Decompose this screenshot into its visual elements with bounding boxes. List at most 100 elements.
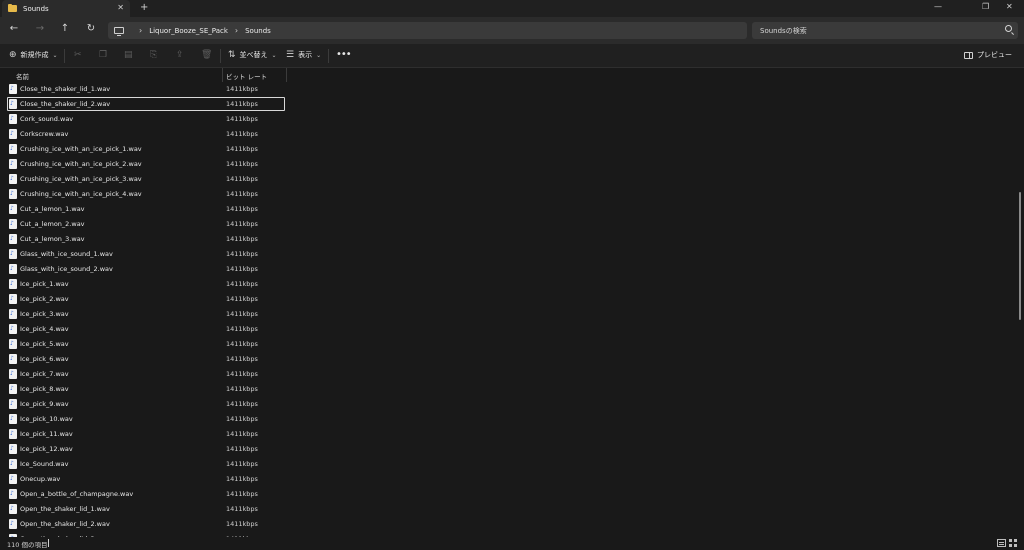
file-name: Ice_Sound.wav (20, 460, 69, 468)
preview-button[interactable]: プレビュー (964, 50, 1012, 60)
details-view-icon[interactable] (997, 539, 1006, 547)
column-header-bitrate[interactable]: ビット レート (226, 71, 267, 81)
file-bitrate: 1411kbps (226, 325, 258, 333)
computer-icon[interactable] (114, 27, 124, 36)
file-row[interactable]: Crushing_ice_with_an_ice_pick_2.wav 1411k… (0, 157, 1016, 172)
audio-file-icon (9, 384, 17, 394)
audio-file-icon (9, 324, 17, 334)
file-row[interactable]: Open_the_shaker_lid_1.wav 1411kbps (0, 502, 1016, 517)
back-button[interactable]: ← (7, 23, 21, 34)
file-bitrate: 1411kbps (226, 475, 258, 483)
file-name: Close_the_shaker_lid_2.wav (20, 100, 111, 108)
audio-file-icon (9, 414, 17, 424)
file-row[interactable]: Ice_Sound.wav 1411kbps (0, 457, 1016, 472)
share-icon[interactable]: ⇪ (176, 50, 184, 60)
tab-sounds[interactable]: Sounds ✕ (2, 0, 130, 17)
audio-file-icon (9, 504, 17, 514)
delete-icon[interactable]: 🗑 (201, 50, 212, 60)
search-icon[interactable] (1005, 25, 1012, 32)
sort-icon: ⇅ (228, 50, 236, 60)
minimize-button[interactable]: — (934, 2, 942, 11)
column-header-name[interactable]: 名前 (16, 71, 29, 81)
file-row[interactable]: Close_the_shaker_lid_2.wav 1411kbps (0, 97, 1016, 112)
file-row[interactable]: Cut_a_lemon_3.wav 1411kbps (0, 232, 1016, 247)
file-name: Ice_pick_9.wav (20, 400, 69, 408)
file-name: Open_the_shaker_lid_1.wav (20, 505, 110, 513)
vertical-scrollbar[interactable] (1017, 68, 1022, 537)
address-bar[interactable]: › Liquor_Booze_SE_Pack › Sounds (108, 22, 747, 39)
audio-file-icon (9, 354, 17, 364)
audio-file-icon (9, 519, 17, 529)
audio-file-icon (9, 264, 17, 274)
file-bitrate: 1411kbps (226, 445, 258, 453)
file-row[interactable]: Crushing_ice_with_an_ice_pick_3.wav 1411k… (0, 172, 1016, 187)
file-bitrate: 1411kbps (226, 280, 258, 288)
tab-close-icon[interactable]: ✕ (117, 3, 124, 12)
file-row[interactable]: Open_a_bottle_of_champagne.wav 1411kbps (0, 487, 1016, 502)
view-button[interactable]: ☰ 表示 ⌄ (286, 50, 321, 60)
new-button[interactable]: ⊕ 新規作成 ⌄ (9, 50, 58, 60)
file-row[interactable]: Ice_pick_3.wav 1411kbps (0, 307, 1016, 322)
file-name: Close_the_shaker_lid_1.wav (20, 85, 111, 93)
column-divider[interactable] (222, 68, 223, 82)
divider (64, 49, 65, 63)
file-name: Open_the_shaker_lid_2.wav (20, 520, 110, 528)
file-row[interactable]: Onecup.wav 1411kbps (0, 472, 1016, 487)
column-header: ⌃ 名前 ビット レート (0, 68, 1016, 82)
more-options-button[interactable]: ••• (336, 49, 352, 60)
chevron-right-icon[interactable]: › (235, 26, 238, 35)
file-row[interactable]: Cut_a_lemon_1.wav 1411kbps (0, 202, 1016, 217)
scroll-thumb[interactable] (1019, 192, 1021, 320)
file-row[interactable]: Corkscrew.wav 1411kbps (0, 127, 1016, 142)
rename-icon[interactable]: ⎘ (150, 50, 157, 60)
file-row[interactable]: Cork_sound.wav 1411kbps (0, 112, 1016, 127)
copy-icon[interactable]: ❐ (99, 50, 107, 60)
file-row[interactable]: Glass_with_ice_sound_1.wav 1411kbps (0, 247, 1016, 262)
file-row[interactable]: Crushing_ice_with_an_ice_pick_4.wav 1411k… (0, 187, 1016, 202)
folder-icon (8, 3, 17, 12)
tiles-view-icon[interactable] (1009, 539, 1018, 547)
cut-icon[interactable]: ✂ (74, 50, 82, 60)
chevron-right-icon[interactable]: › (139, 26, 142, 35)
file-row[interactable]: Ice_pick_10.wav 1411kbps (0, 412, 1016, 427)
breadcrumb-liquor-booze-se-pack[interactable]: Liquor_Booze_SE_Pack (149, 27, 228, 35)
forward-button[interactable]: → (33, 23, 47, 34)
view-lines-icon: ☰ (286, 50, 295, 60)
file-name: Ice_pick_5.wav (20, 340, 69, 348)
file-bitrate: 1411kbps (226, 370, 258, 378)
file-row[interactable]: Cut_a_lemon_2.wav 1411kbps (0, 217, 1016, 232)
file-row[interactable]: Ice_pick_4.wav 1411kbps (0, 322, 1016, 337)
breadcrumb-sounds[interactable]: Sounds (245, 27, 271, 35)
file-row[interactable]: Open_the_shaker_lid_2.wav 1411kbps (0, 517, 1016, 532)
audio-file-icon (9, 99, 17, 109)
refresh-button[interactable]: ↻ (84, 23, 98, 34)
close-button[interactable]: ✕ (1006, 2, 1013, 11)
sort-button[interactable]: ⇅ 並べ替え ⌄ (228, 50, 277, 60)
file-row[interactable]: Ice_pick_1.wav 1411kbps (0, 277, 1016, 292)
file-row[interactable]: Ice_pick_9.wav 1411kbps (0, 397, 1016, 412)
maximize-button[interactable]: ❐ (982, 2, 989, 11)
chevron-down-icon: ⌄ (271, 51, 277, 59)
file-row[interactable]: Ice_pick_6.wav 1411kbps (0, 352, 1016, 367)
paste-icon[interactable]: ▤ (124, 50, 133, 60)
file-row[interactable]: Crushing_ice_with_an_ice_pick_1.wav 1411k… (0, 142, 1016, 157)
file-bitrate: 1411kbps (226, 235, 258, 243)
chevron-down-icon: ⌄ (52, 51, 58, 59)
file-row[interactable]: Ice_pick_8.wav 1411kbps (0, 382, 1016, 397)
file-row[interactable]: Glass_with_ice_sound_2.wav 1411kbps (0, 262, 1016, 277)
file-name: Ice_pick_1.wav (20, 280, 69, 288)
file-row[interactable]: Ice_pick_7.wav 1411kbps (0, 367, 1016, 382)
search-input[interactable]: Soundsの検索 (752, 22, 1018, 39)
file-name: Ice_pick_7.wav (20, 370, 69, 378)
file-row[interactable]: Close_the_shaker_lid_1.wav 1411kbps (0, 82, 1016, 97)
up-button[interactable]: ↑ (58, 23, 72, 34)
audio-file-icon (9, 174, 17, 184)
file-row[interactable]: Ice_pick_11.wav 1411kbps (0, 427, 1016, 442)
column-divider[interactable] (286, 68, 287, 82)
file-row[interactable]: Ice_pick_5.wav 1411kbps (0, 337, 1016, 352)
new-tab-button[interactable]: + (140, 2, 148, 13)
file-row[interactable]: Ice_pick_12.wav 1411kbps (0, 442, 1016, 457)
file-row[interactable]: Ice_pick_2.wav 1411kbps (0, 292, 1016, 307)
sort-button-label: 並べ替え (239, 51, 268, 59)
status-bar: 110 個の項目 (0, 537, 1024, 550)
